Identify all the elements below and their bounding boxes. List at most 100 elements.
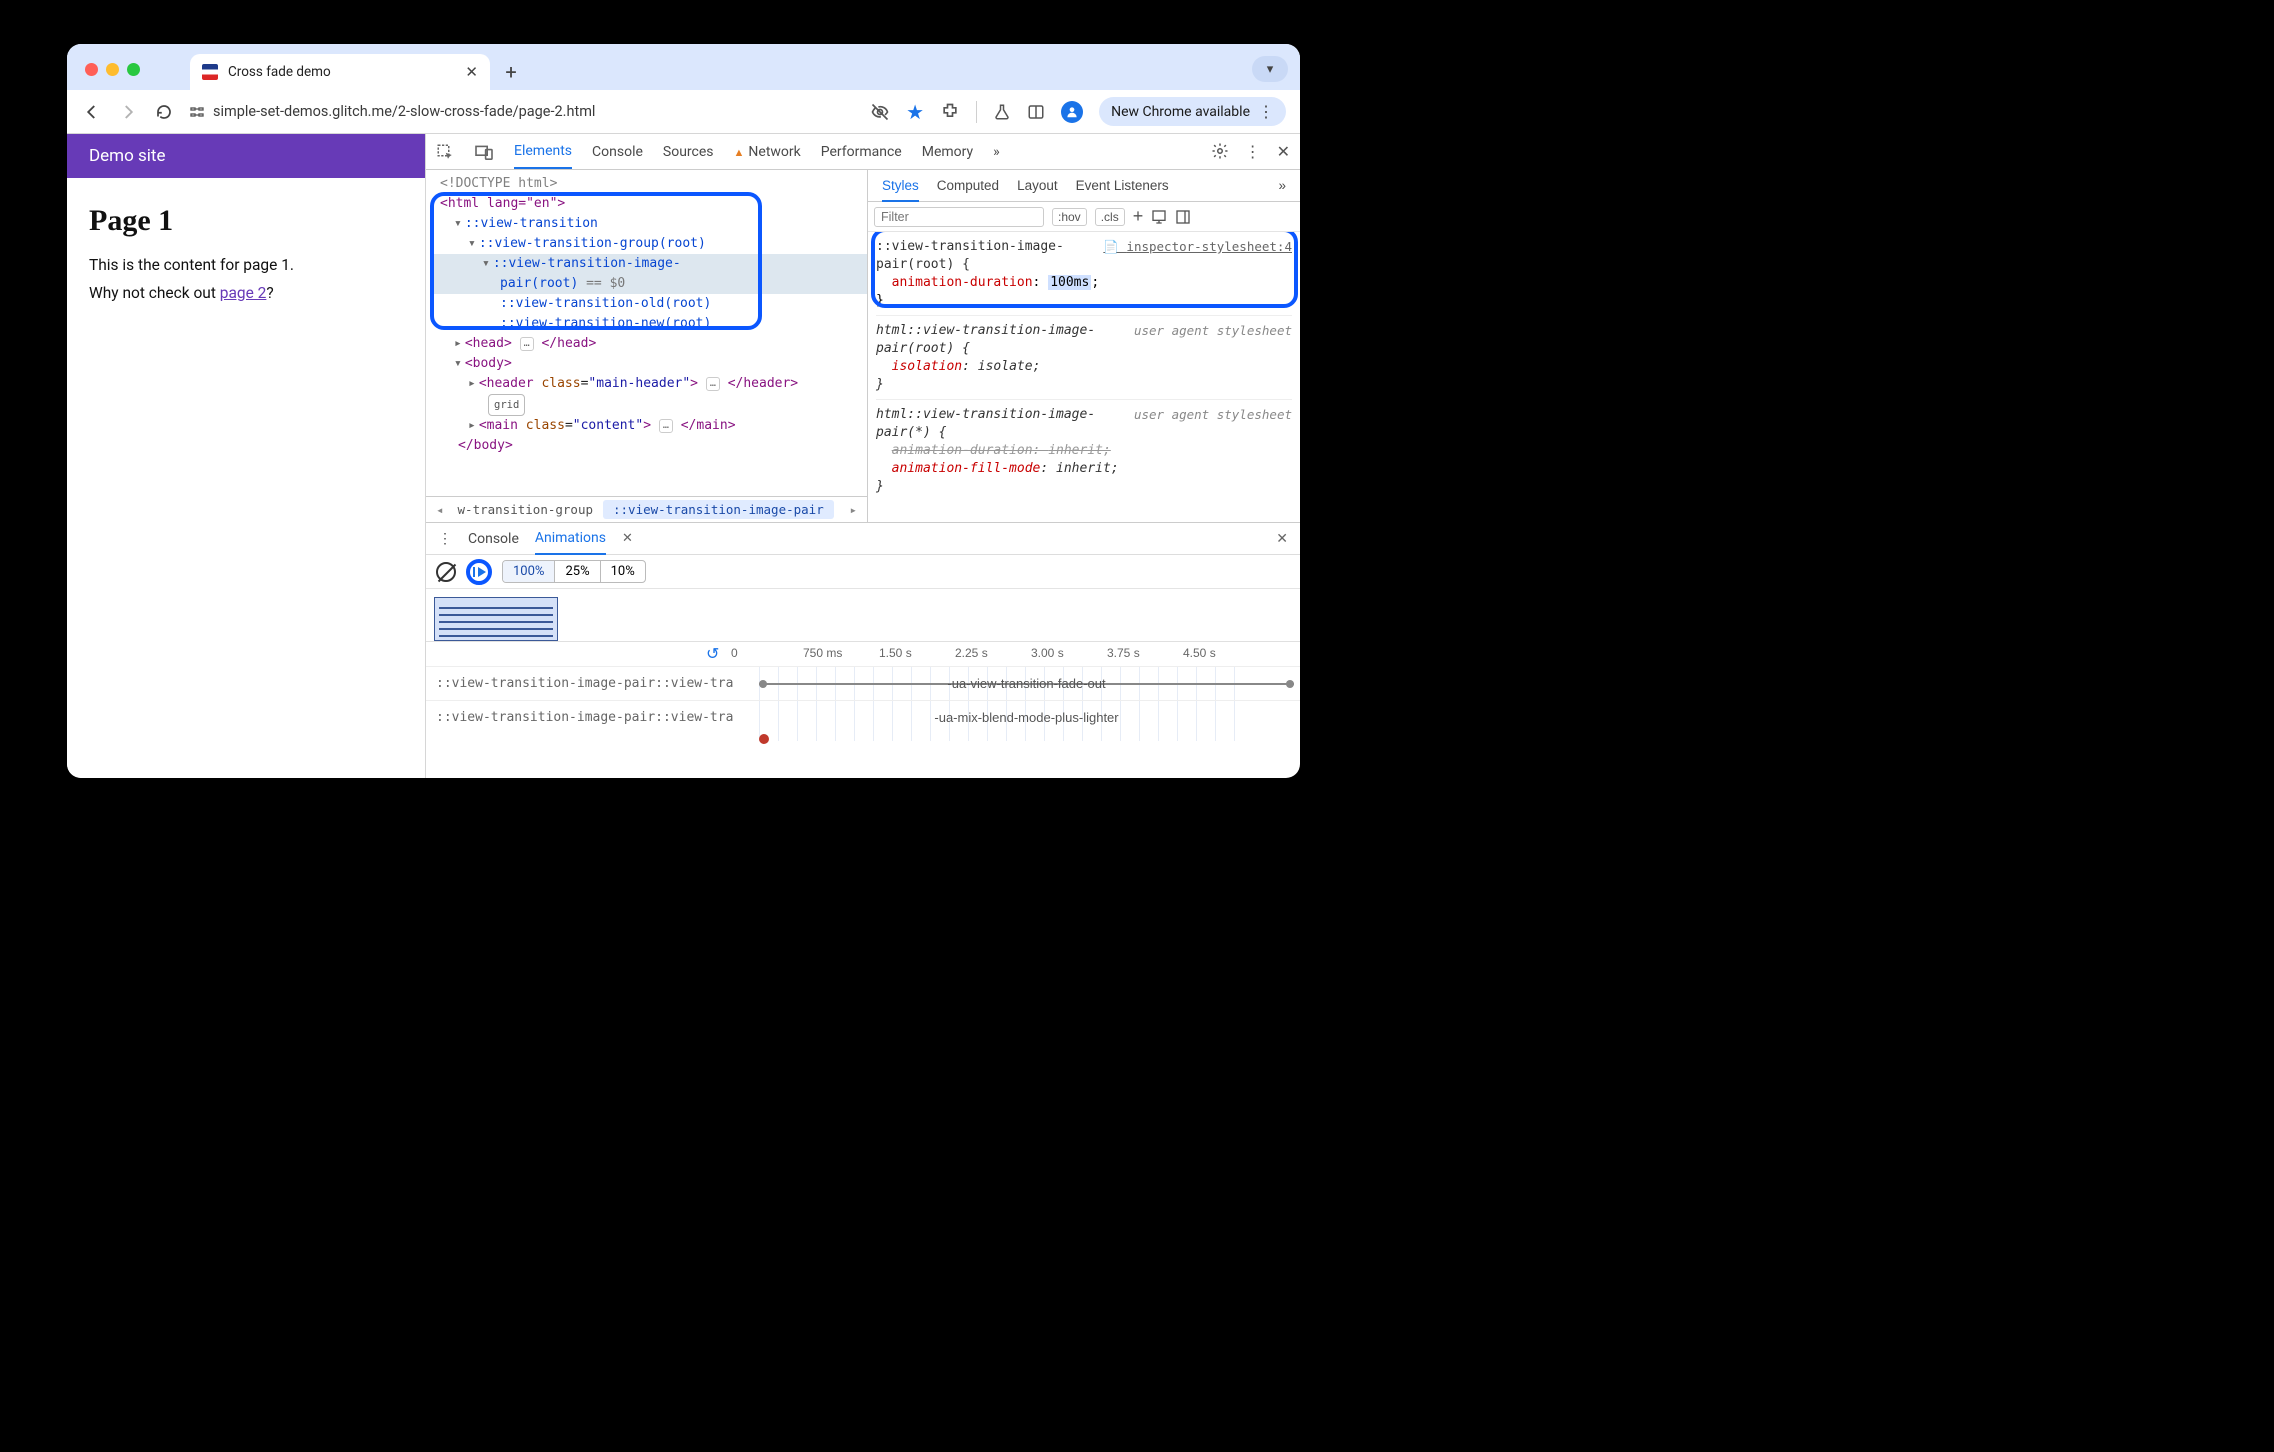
play-pause-button[interactable] — [466, 559, 492, 585]
reload-button[interactable] — [153, 101, 175, 123]
animation-track[interactable]: ::view-transition-image-pair::view-tra -… — [426, 666, 1300, 700]
tab-sources[interactable]: Sources — [663, 144, 714, 160]
dom-body[interactable]: <body> — [465, 356, 512, 371]
css-rule[interactable]: user agent stylesheet html::view-transit… — [876, 322, 1292, 400]
crumb-item[interactable]: w-transition-group — [448, 500, 603, 519]
eye-off-icon[interactable] — [870, 102, 890, 122]
hov-toggle[interactable]: :hov — [1052, 208, 1087, 226]
crumb-next-icon[interactable]: ▸ — [845, 502, 861, 517]
playhead-icon[interactable] — [759, 734, 769, 744]
breadcrumb[interactable]: ◂ w-transition-group ::view-transition-i… — [426, 496, 867, 522]
site-settings-icon[interactable] — [189, 104, 205, 120]
page-header: Demo site — [67, 134, 425, 178]
css-property[interactable]: animation-duration — [892, 275, 1033, 290]
track-name: ::view-transition-image-pair::view-tra — [426, 676, 750, 691]
tab-console[interactable]: Console — [592, 144, 643, 160]
toolbar: simple-set-demos.glitch.me/2-slow-cross-… — [67, 90, 1300, 134]
cls-toggle[interactable]: .cls — [1095, 208, 1125, 226]
dollar-zero: == $0 — [578, 276, 625, 291]
update-chip[interactable]: New Chrome available⋮ — [1099, 97, 1286, 126]
page-heading: Page 1 — [89, 204, 403, 238]
animation-timeline[interactable]: ↺ 0 750 ms 1.50 s 2.25 s 3.00 s 3.75 s 4… — [426, 641, 1300, 741]
crumb-prev-icon[interactable]: ◂ — [432, 502, 448, 517]
animation-track[interactable]: ::view-transition-image-pair::view-tra -… — [426, 700, 1300, 734]
close-drawer-icon[interactable]: ✕ — [1276, 531, 1288, 547]
css-rule[interactable]: 📄 inspector-stylesheet:4 ::view-transiti… — [876, 238, 1292, 316]
replay-icon[interactable]: ↺ — [706, 644, 719, 664]
dom-vtg[interactable]: ::view-transition-group(root) — [479, 236, 706, 251]
window-controls[interactable] — [85, 63, 140, 76]
add-rule-button[interactable]: + — [1133, 206, 1144, 227]
tab-event-listeners[interactable]: Event Listeners — [1076, 178, 1169, 193]
track-anim-name: -ua-mix-blend-mode-plus-lighter — [934, 710, 1118, 725]
clear-button[interactable] — [436, 562, 456, 582]
animation-toolbar: 100% 25% 10% — [426, 555, 1300, 589]
animation-group-thumbnail[interactable] — [434, 597, 558, 641]
dom-vtnew[interactable]: ::view-transition-new(root) — [500, 316, 711, 331]
flask-icon[interactable] — [993, 103, 1011, 121]
dom-body-close: </body> — [458, 438, 513, 453]
drawer-tab-console[interactable]: Console — [468, 531, 519, 547]
profile-avatar[interactable] — [1061, 101, 1083, 123]
crumb-item-active[interactable]: ::view-transition-image-pair — [603, 500, 834, 519]
dom-vtold[interactable]: ::view-transition-old(root) — [500, 296, 711, 311]
css-rule[interactable]: user agent stylesheet html::view-transit… — [876, 406, 1292, 501]
tab-elements[interactable]: Elements — [514, 143, 572, 169]
browser-window: Cross fade demo ✕ + ▾ simple-set-demos.g… — [67, 44, 1300, 778]
rule-source: user agent stylesheet — [1134, 406, 1292, 424]
speed-option[interactable]: 100% — [503, 561, 555, 582]
styles-panel: Styles Computed Layout Event Listeners »… — [867, 170, 1300, 522]
forward-button[interactable] — [117, 101, 139, 123]
page-link[interactable]: page 2 — [220, 284, 267, 302]
sidebar-icon[interactable] — [1175, 209, 1191, 225]
grid-badge[interactable]: grid — [488, 394, 525, 416]
css-value: inherit — [1056, 461, 1111, 476]
back-button[interactable] — [81, 101, 103, 123]
tab-computed[interactable]: Computed — [937, 178, 999, 193]
close-tab-icon[interactable]: ✕ — [465, 63, 478, 81]
extensions-icon[interactable] — [940, 102, 960, 122]
dom-vtip[interactable]: ::view-transition-image- — [493, 256, 681, 271]
address-bar[interactable]: simple-set-demos.glitch.me/2-slow-cross-… — [189, 103, 595, 120]
styles-filter-input[interactable] — [874, 207, 1044, 227]
bookmark-icon[interactable]: ★ — [906, 100, 924, 124]
gear-icon[interactable] — [1211, 142, 1229, 160]
kebab-icon[interactable]: ⋮ — [438, 531, 452, 547]
tabs-more[interactable]: » — [1278, 178, 1286, 193]
dom-html: <html lang="en"> — [440, 196, 565, 211]
device-icon[interactable] — [474, 144, 494, 160]
drawer-tab-animations[interactable]: Animations — [535, 530, 606, 555]
computed-icon[interactable] — [1151, 209, 1167, 225]
new-tab-button[interactable]: + — [496, 57, 526, 87]
css-value-editing[interactable]: 100ms — [1048, 275, 1091, 290]
browser-tab[interactable]: Cross fade demo ✕ — [190, 54, 490, 90]
panel-icon[interactable] — [1027, 103, 1045, 121]
devtools-tabs: Elements Console Sources Network Perform… — [426, 134, 1300, 170]
close-drawer-tab-icon[interactable]: ✕ — [622, 531, 633, 546]
dom-head[interactable]: <head> — [465, 336, 512, 351]
tab-network[interactable]: Network — [734, 144, 801, 160]
minimize-window-icon[interactable] — [106, 63, 119, 76]
css-value: inherit — [1048, 443, 1103, 458]
tab-overflow-button[interactable]: ▾ — [1252, 56, 1288, 82]
close-window-icon[interactable] — [85, 63, 98, 76]
css-property: isolation — [892, 359, 962, 374]
dom-vt[interactable]: ::view-transition — [465, 216, 598, 231]
kebab-icon[interactable]: ⋮ — [1245, 142, 1261, 161]
maximize-window-icon[interactable] — [127, 63, 140, 76]
styles-filter-bar: :hov .cls + — [868, 202, 1300, 232]
tabs-more[interactable]: » — [993, 144, 1000, 160]
page-paragraph: Why not check out page 2? — [89, 284, 403, 302]
tab-performance[interactable]: Performance — [821, 144, 902, 160]
inspect-icon[interactable] — [436, 143, 454, 161]
tab-memory[interactable]: Memory — [922, 144, 973, 160]
speed-option[interactable]: 10% — [601, 561, 645, 582]
tab-styles[interactable]: Styles — [882, 178, 919, 202]
close-devtools-icon[interactable]: ✕ — [1277, 142, 1290, 161]
elements-tree[interactable]: ••• <!DOCTYPE html> <html lang="en"> ::v… — [426, 170, 867, 496]
css-value: isolate — [978, 359, 1033, 374]
speed-option[interactable]: 25% — [555, 561, 600, 582]
drawer: ⋮ Console Animations ✕ ✕ 100% 25% 10% — [426, 522, 1300, 778]
tab-layout[interactable]: Layout — [1017, 178, 1058, 193]
rule-source[interactable]: 📄 inspector-stylesheet:4 — [1103, 238, 1292, 256]
